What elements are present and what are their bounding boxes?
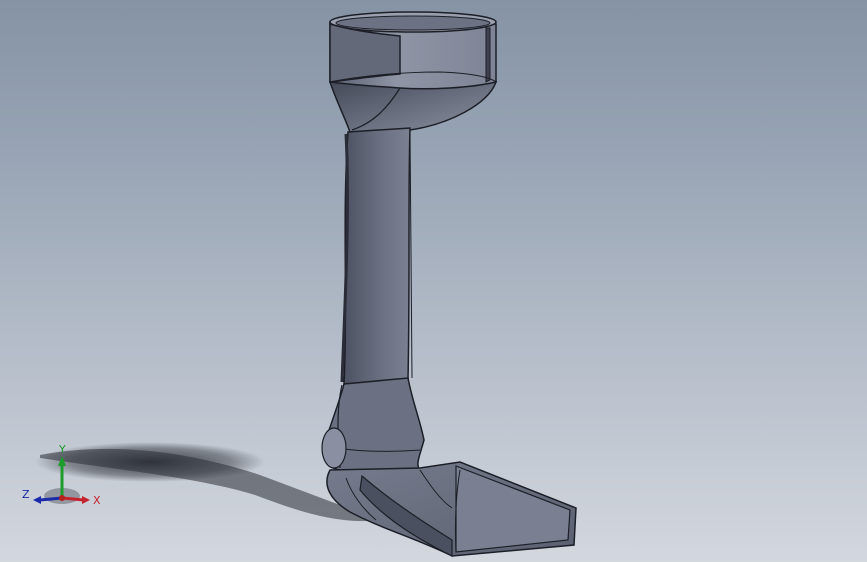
y-axis-arrowhead [58, 456, 66, 466]
axis-triad: Y X Z [22, 443, 101, 507]
model-view[interactable] [0, 0, 867, 562]
x-axis-arrow [61, 496, 85, 502]
z-axis-label: Z [22, 488, 30, 501]
z-axis-arrow [39, 496, 63, 502]
x-axis-label: X [93, 494, 101, 507]
triad-origin [59, 495, 65, 501]
3d-viewport[interactable]: Y X Z [0, 0, 867, 562]
calf-cuff[interactable] [328, 11, 498, 133]
foot-plate[interactable] [326, 461, 577, 557]
upright-shaft[interactable] [340, 127, 413, 385]
z-axis-arrowhead [33, 496, 41, 504]
ankle-section[interactable] [321, 377, 425, 471]
y-axis-label: Y [58, 443, 66, 456]
x-axis-arrowhead [82, 496, 90, 504]
